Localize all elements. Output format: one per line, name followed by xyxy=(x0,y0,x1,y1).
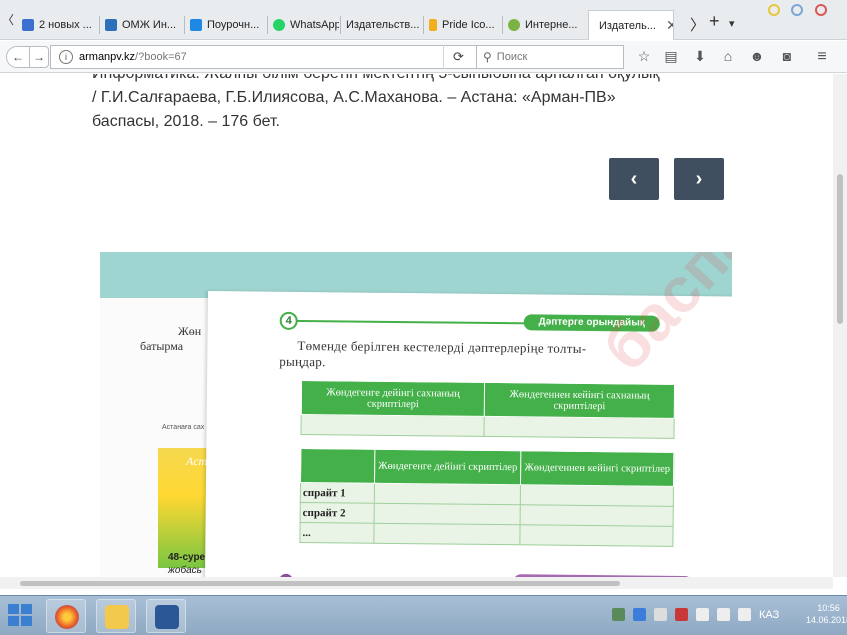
tab-4[interactable]: WhatsApp xyxy=(269,14,339,36)
figure-caption-italic: жобась xyxy=(168,565,202,576)
mail-icon xyxy=(22,19,34,31)
scroll-thumb[interactable] xyxy=(20,581,620,586)
tab-scroll-left-button[interactable]: 〈 xyxy=(2,13,14,27)
scripts-table-1: Жөндегенге дейінгі сахнаның скриптілері … xyxy=(300,380,675,439)
left-page-small-text: Астанаға сах xyxy=(162,424,205,431)
globe-icon xyxy=(508,19,520,31)
tab-label: Pride Ico... xyxy=(442,19,495,31)
prev-page-button[interactable]: ‹ xyxy=(609,158,659,200)
vertical-scrollbar[interactable] xyxy=(833,74,847,577)
search-placeholder: Поиск xyxy=(496,51,528,63)
home-icon[interactable]: ⌂ xyxy=(719,48,737,64)
table-header xyxy=(300,448,375,484)
horizontal-scrollbar[interactable] xyxy=(0,577,833,589)
navigation-bar: ← → i armanpv.kz /?book=67 ⟳ ⚲ Поиск ☆ ▤… xyxy=(0,41,847,73)
citation-line: баспасы, 2018. – 176 бет. xyxy=(92,113,280,130)
tab-6[interactable]: Pride Ico... xyxy=(425,14,501,36)
info-icon[interactable]: i xyxy=(59,50,73,64)
file-explorer-taskbar-button[interactable] xyxy=(96,599,136,633)
figure-caption: 48-суре xyxy=(168,552,206,563)
left-page-text: Жөн батырма xyxy=(140,324,202,353)
close-window-icon[interactable] xyxy=(815,4,827,16)
section-number-badge: 4 xyxy=(279,311,298,330)
tab-label: Поурочн... xyxy=(207,19,260,31)
book-citation: Информатика. Жалпы білім беретін мектепт… xyxy=(92,74,742,134)
table-header: Жөндегеннен кейінгі сахнаның скриптілері xyxy=(484,382,675,419)
scroll-thumb[interactable] xyxy=(837,174,843,324)
tab-bar: 〈 2 новых ... ОМЖ Ин... Поурочн... Whats… xyxy=(0,0,847,40)
folder-icon xyxy=(105,605,129,629)
reading-list-icon[interactable]: ▤ xyxy=(662,48,680,65)
reload-icon[interactable]: ⟳ xyxy=(443,45,473,69)
minimize-icon[interactable] xyxy=(768,4,780,16)
pride-icon xyxy=(429,19,437,31)
table-header: Жөндегенге дейінгі скриптілер xyxy=(374,449,521,485)
book-cover-image: Аст xyxy=(158,448,210,568)
tab-1[interactable]: 2 новых ... xyxy=(18,14,98,36)
tab-5[interactable]: Издательств... xyxy=(342,14,422,36)
table-header: Жөндегеннен кейінгі скриптілер xyxy=(520,450,674,487)
language-indicator[interactable]: КАЗ xyxy=(759,609,779,621)
tray-app-icon[interactable] xyxy=(612,608,625,621)
search-icon: ⚲ xyxy=(483,50,492,64)
tab-scroll-right-button[interactable]: 〉 xyxy=(690,14,705,35)
word-icon xyxy=(155,605,179,629)
taskbar: КАЗ 10:56 14.06.2018 xyxy=(0,595,847,635)
smile-icon[interactable]: ☻ xyxy=(748,48,766,64)
battery-icon[interactable] xyxy=(696,608,709,621)
network-icon[interactable] xyxy=(654,608,667,621)
doc-icon xyxy=(190,19,202,31)
windows-start-button[interactable] xyxy=(8,604,34,628)
citation-line: / Г.И.Салғараева, Г.Б.Илиясова, А.С.Маха… xyxy=(92,89,616,106)
table-cell xyxy=(484,416,675,439)
tab-label: Издательств... xyxy=(346,19,420,31)
maximize-icon[interactable] xyxy=(791,4,803,16)
word-taskbar-button[interactable] xyxy=(146,599,186,633)
url-path: /?book=67 xyxy=(135,51,187,63)
tab-2[interactable]: ОМЖ Ин... xyxy=(101,14,183,36)
forward-button[interactable]: → xyxy=(29,46,49,68)
table-cell xyxy=(301,414,485,437)
page-content: Информатика. Жалпы білім беретін мектепт… xyxy=(0,74,833,577)
new-tab-button[interactable]: + xyxy=(709,11,720,32)
url-bar[interactable]: i armanpv.kz /?book=67 xyxy=(50,45,478,69)
firefox-icon xyxy=(55,605,79,629)
tab-label: Издатель... xyxy=(599,19,656,32)
whatsapp-icon xyxy=(273,19,285,31)
search-input[interactable]: ⚲ Поиск xyxy=(476,45,624,69)
pocket-icon[interactable]: ◙ xyxy=(778,48,796,64)
left-page: Жөн батырма Астанаға сах Аст xyxy=(100,298,210,577)
clock[interactable]: 10:56 14.06.2018 xyxy=(806,602,847,626)
close-tab-icon[interactable]: ✕ xyxy=(666,17,673,34)
shield-icon[interactable] xyxy=(675,608,688,621)
citation-line: Информатика. Жалпы білім беретін мектепт… xyxy=(92,74,742,86)
tab-label: 2 новых ... xyxy=(39,19,92,31)
tab-active[interactable]: Издатель... ✕ xyxy=(588,10,674,40)
tab-label: WhatsApp xyxy=(290,19,339,31)
firefox-taskbar-button[interactable] xyxy=(46,599,86,633)
download-icon[interactable]: ⬇ xyxy=(691,48,709,65)
tab-label: Интерне... xyxy=(525,19,578,31)
table-header: Жөндегенге дейінгі сахнаның скриптілері xyxy=(301,380,485,417)
star-icon[interactable]: ☆ xyxy=(635,48,653,65)
tab-list-button[interactable]: ▾ xyxy=(729,17,735,30)
table-row: ... xyxy=(299,522,674,547)
tray-app-icon[interactable] xyxy=(633,608,646,621)
tab-7[interactable]: Интерне... xyxy=(504,14,582,36)
site-icon xyxy=(105,19,117,31)
flag-icon[interactable] xyxy=(738,608,751,621)
next-page-button[interactable]: › xyxy=(674,158,724,200)
right-page: 4 Дәптерге орындайық Төменде берілген ке… xyxy=(204,252,732,577)
tab-label: ОМЖ Ин... xyxy=(122,19,177,31)
tab-3[interactable]: Поурочн... xyxy=(186,14,266,36)
url-host: armanpv.kz xyxy=(79,51,136,63)
volume-icon[interactable] xyxy=(717,608,730,621)
system-tray: КАЗ xyxy=(612,608,779,621)
back-button[interactable]: ← xyxy=(6,46,30,68)
menu-icon[interactable]: ≡ xyxy=(813,48,831,66)
scripts-table-2: Жөндегенге дейінгі скриптілер Жөндегенне… xyxy=(299,448,674,547)
book-preview: Жөн батырма Астанаға сах Аст 48-суре жоб… xyxy=(100,252,732,577)
